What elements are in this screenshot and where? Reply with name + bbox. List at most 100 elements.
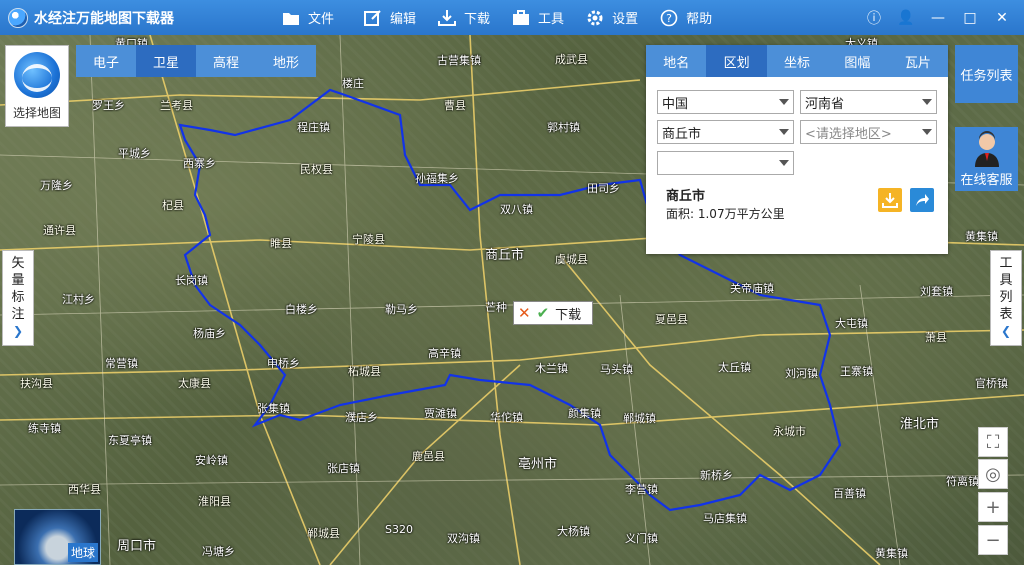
city-select-value: 商丘市 [662, 126, 702, 142]
map-place-label: 楼庄 [342, 77, 364, 90]
tab-sheet[interactable]: 图幅 [827, 45, 887, 77]
app-title: 水经注万能地图下载器 [34, 10, 174, 27]
plus-icon: + [985, 496, 1001, 518]
tab-terrain[interactable]: 地形 [256, 45, 316, 77]
chevron-down-icon [779, 99, 789, 105]
zoom-out-button[interactable]: − [978, 525, 1008, 555]
tab-coordinate[interactable]: 坐标 [767, 45, 827, 77]
map-place-label: 常营镇 [105, 357, 138, 370]
menu-help[interactable]: ? 帮助 [660, 0, 712, 35]
map-place-label: 勒马乡 [385, 303, 418, 316]
menu-settings-label: 设置 [612, 12, 639, 27]
map-place-label: 宁陵县 [352, 233, 385, 246]
map-place-label: 关帝庙镇 [730, 282, 774, 295]
result-name: 商丘市 [666, 189, 706, 204]
menu-edit[interactable]: 编辑 [364, 0, 416, 35]
map-place-label: 义门镇 [625, 532, 658, 545]
map-place-label: S320 [385, 523, 413, 536]
menu-download[interactable]: 下载 [438, 0, 490, 35]
confirm-icon[interactable]: ✔ [537, 304, 550, 322]
info-icon[interactable]: ⓘ [858, 8, 890, 28]
map-place-label: 颜集镇 [568, 407, 601, 420]
select-map-label: 选择地图 [12, 106, 61, 120]
map-place-label: 郸城镇 [623, 412, 656, 425]
district-select[interactable]: <请选择地区> [800, 120, 937, 144]
zoom-in-button[interactable]: + [978, 492, 1008, 522]
tab-division[interactable]: 区划 [706, 45, 767, 77]
map-place-label: 西华县 [68, 483, 101, 496]
map-place-label: 练寺镇 [28, 422, 61, 435]
map-place-label: 平城乡 [118, 147, 151, 160]
fullscreen-icon: ⛶ [986, 431, 1000, 453]
minimize-button[interactable]: — [922, 10, 954, 26]
fullscreen-button[interactable]: ⛶ [978, 427, 1008, 457]
map-place-label: 淮北市 [900, 417, 940, 432]
map-place-label: 冯塘乡 [202, 545, 235, 558]
task-list-button[interactable]: 任务列表 [955, 45, 1018, 103]
menu-file[interactable]: 文件 [282, 0, 334, 35]
menu-settings[interactable]: 设置 [586, 0, 638, 35]
map-place-label: 新桥乡 [700, 469, 733, 482]
map-place-label: 曹县 [444, 99, 466, 112]
map-place-label: 安岭镇 [195, 454, 228, 467]
download-icon [882, 193, 898, 208]
menu-file-label: 文件 [308, 12, 335, 27]
map-place-label: 郭村镇 [547, 121, 580, 134]
close-button[interactable]: ✕ [986, 10, 1018, 26]
locate-icon: ◎ [985, 463, 1001, 485]
cancel-icon[interactable]: ✕ [518, 304, 531, 322]
earth-label: 地球 [67, 543, 98, 562]
map-place-label: 成武县 [555, 53, 588, 66]
city-select[interactable]: 商丘市 [657, 120, 794, 144]
map-place-label: 高辛镇 [428, 347, 461, 360]
map-place-label: 大杨镇 [557, 525, 590, 538]
tab-place-name[interactable]: 地名 [646, 45, 706, 77]
map-place-label: 太康县 [178, 377, 211, 390]
map-place-label: 扶沟县 [20, 377, 53, 390]
map-place-label: 张店镇 [327, 462, 360, 475]
share-region-button[interactable] [910, 188, 934, 212]
map-place-label: 西寨乡 [183, 157, 216, 170]
map-place-label: 萧县 [925, 331, 947, 344]
map-place-label: 太丘镇 [718, 361, 751, 374]
menu-help-label: 帮助 [686, 12, 713, 27]
map-place-label: 亳州市 [518, 457, 558, 472]
map-place-label: 永城市 [773, 425, 806, 438]
tab-tile[interactable]: 瓦片 [888, 45, 948, 77]
select-map-button[interactable]: 选择地图 [5, 45, 69, 127]
town-select[interactable] [657, 151, 794, 175]
map-place-label: 程庄镇 [297, 121, 330, 134]
online-service-button[interactable]: 在线客服 [955, 127, 1018, 191]
map-place-label: 东夏亭镇 [108, 434, 152, 447]
tab-elevation[interactable]: 高程 [196, 45, 256, 77]
menu-download-label: 下载 [464, 12, 491, 27]
map-place-label: 王寨镇 [840, 365, 873, 378]
map-place-label: 马头镇 [600, 363, 633, 376]
user-icon[interactable]: 👤 [890, 10, 922, 26]
minus-icon: − [985, 529, 1001, 551]
province-select[interactable]: 河南省 [800, 90, 937, 114]
province-select-value: 河南省 [805, 96, 845, 112]
locate-button[interactable]: ◎ [978, 459, 1008, 489]
map-place-label: 虞城县 [555, 253, 588, 266]
download-region-button[interactable] [878, 188, 902, 212]
tool-list-tab[interactable]: 工 具 列 表 ❮ [990, 250, 1022, 346]
map-place-label: 夏邑县 [655, 313, 688, 326]
maximize-button[interactable]: □ [954, 10, 986, 26]
map-place-label: 大屯镇 [835, 317, 868, 330]
map-place-label: 木兰镇 [535, 362, 568, 375]
map-place-label: 民权县 [300, 163, 333, 176]
menu-tools[interactable]: 工具 [512, 0, 564, 35]
map-place-label: 芒种 [485, 301, 507, 314]
chevron-down-icon [779, 160, 789, 166]
tab-satellite[interactable]: 卫星 [136, 45, 196, 77]
download-popup-label[interactable]: 下载 [555, 304, 581, 323]
map-place-label: 刘套镇 [920, 285, 953, 298]
country-select[interactable]: 中国 [657, 90, 794, 114]
tab-electronic[interactable]: 电子 [76, 45, 136, 77]
customer-service-icon [972, 131, 1002, 167]
earth-view-thumbnail[interactable]: 地球 [14, 509, 101, 565]
map-place-label: 罗王乡 [92, 99, 125, 112]
map-place-label: 黄集镇 [875, 547, 908, 560]
vector-annotation-tab[interactable]: 矢 量 标 注 ❯ [2, 250, 34, 346]
